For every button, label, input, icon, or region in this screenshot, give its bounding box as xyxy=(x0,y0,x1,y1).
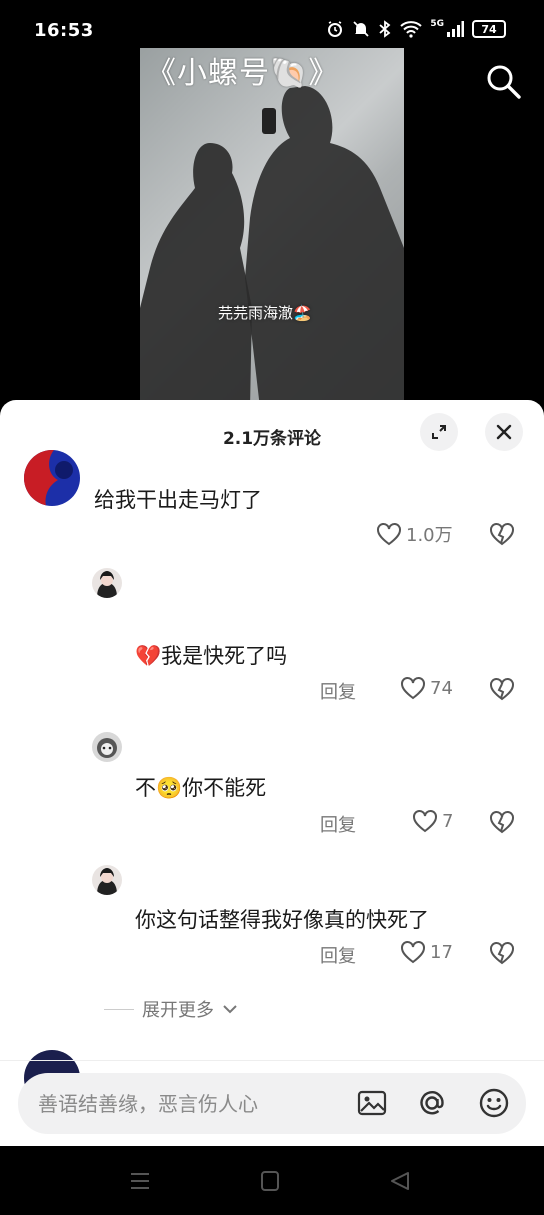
battery-level: 74 xyxy=(481,22,497,36)
emoji-icon[interactable] xyxy=(478,1087,510,1119)
like-button[interactable]: 1.0万 xyxy=(376,521,453,547)
comment-text: 不🥺你不能死 xyxy=(135,776,267,800)
comments-sheet: 2.1万条评论 给我干出走马灯了 1.0万 💔我是快死了吗 回复 74 不🥺你不… xyxy=(0,400,544,1146)
dislike-heart-icon[interactable] xyxy=(489,940,515,966)
mention-icon[interactable] xyxy=(416,1087,448,1119)
back-icon[interactable] xyxy=(388,1170,412,1192)
status-bar: 16:53 5G 74 xyxy=(0,0,544,48)
comment-text: 💔我是快死了吗 xyxy=(135,644,288,668)
comment-input[interactable] xyxy=(38,1073,328,1134)
comment-input-bar xyxy=(18,1073,526,1134)
comment-text: 你这句话整得我好像真的快死了 xyxy=(135,908,429,932)
signal-icon xyxy=(447,21,464,37)
expand-icon xyxy=(432,425,446,439)
video-frame xyxy=(140,48,404,408)
like-button[interactable]: 17 xyxy=(400,940,453,964)
like-count: 17 xyxy=(430,941,453,963)
avatar[interactable] xyxy=(92,732,122,762)
chevron-down-icon xyxy=(223,1005,237,1014)
system-nav-bar xyxy=(0,1146,544,1215)
dislike-heart-icon[interactable] xyxy=(489,521,515,547)
wifi-icon xyxy=(400,21,423,38)
heart-icon xyxy=(377,523,401,546)
heart-icon xyxy=(401,941,425,964)
divider xyxy=(0,1060,544,1061)
expand-button[interactable] xyxy=(420,413,458,451)
dislike-heart-icon[interactable] xyxy=(489,676,515,702)
comments-count-title: 2.1万条评论 xyxy=(222,429,322,449)
search-icon[interactable] xyxy=(484,62,522,100)
avatar[interactable] xyxy=(24,450,80,506)
video-title: 《小螺号🐚》 xyxy=(146,56,340,91)
home-icon[interactable] xyxy=(258,1170,282,1192)
like-count: 7 xyxy=(442,810,454,832)
menu-icon[interactable] xyxy=(128,1170,152,1192)
status-time: 16:53 xyxy=(34,20,94,41)
dislike-heart-icon[interactable] xyxy=(489,809,515,835)
battery-icon: 74 xyxy=(472,20,506,38)
close-icon xyxy=(496,424,512,440)
like-count: 74 xyxy=(430,677,453,699)
bluetooth-icon xyxy=(379,20,391,38)
mute-icon xyxy=(353,21,369,37)
alarm-icon xyxy=(328,21,343,37)
heart-icon xyxy=(401,677,425,700)
like-count: 1.0万 xyxy=(406,525,453,546)
avatar[interactable] xyxy=(92,865,122,895)
reply-button[interactable]: 回复 xyxy=(320,678,356,704)
expand-more-replies[interactable]: 展开更多 xyxy=(104,996,238,1022)
like-button[interactable]: 7 xyxy=(412,809,453,833)
comment-text: 给我干出走马灯了 xyxy=(94,488,262,512)
avatar[interactable] xyxy=(92,568,122,598)
video-player[interactable]: 《小螺号🐚》 芫芫雨海澈🏖️ xyxy=(0,48,544,408)
reply-button[interactable]: 回复 xyxy=(320,942,356,968)
video-caption: 芫芫雨海澈🏖️ xyxy=(218,304,312,322)
divider xyxy=(104,1008,134,1010)
close-button[interactable] xyxy=(485,413,523,451)
heart-icon xyxy=(413,810,437,833)
status-icons: 5G 74 xyxy=(326,19,506,38)
shadow-silhouettes-image xyxy=(140,86,404,408)
reply-button[interactable]: 回复 xyxy=(320,811,356,837)
image-icon[interactable] xyxy=(356,1087,388,1119)
signal-label: 5G xyxy=(430,19,444,29)
expand-more-label: 展开更多 xyxy=(142,1000,214,1021)
like-button[interactable]: 74 xyxy=(400,676,453,700)
